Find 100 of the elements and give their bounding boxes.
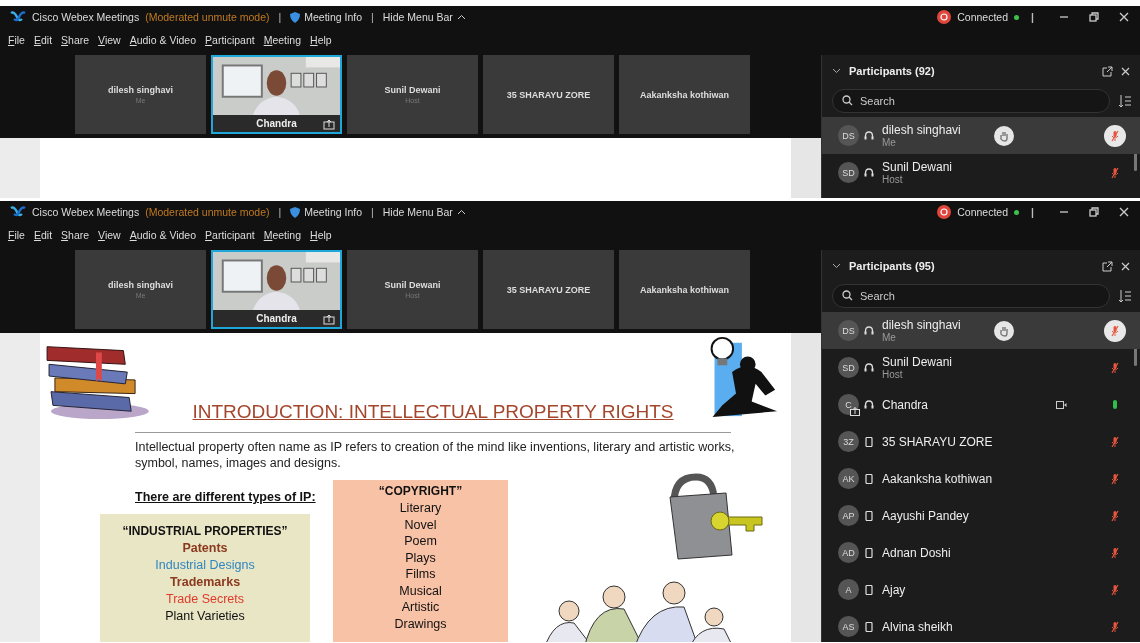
participant-row[interactable]: A Ajay — [822, 571, 1140, 608]
copyright-type: Literary — [399, 500, 442, 517]
menu-item[interactable]: Participant — [201, 34, 259, 46]
menu-item[interactable]: File — [4, 34, 29, 46]
muted-mic-icon[interactable] — [1111, 546, 1119, 559]
close-icon[interactable] — [1121, 261, 1130, 271]
search-field[interactable]: Search — [832, 89, 1110, 113]
menu-item[interactable]: Share — [57, 229, 94, 241]
participant-tile[interactable]: Aakanksha kothiwan — [619, 55, 750, 134]
avatar: AS — [838, 616, 859, 637]
slide-title: INTRODUCTION: INTELLECTUAL PROPERTY RIGHTS — [191, 401, 675, 423]
close-icon[interactable] — [1121, 66, 1130, 76]
box-heading: “INDUSTRIAL PROPERTIES” — [122, 524, 288, 538]
video-tile[interactable]: Chandra — [211, 250, 342, 329]
copyright-type: Musical — [399, 582, 442, 599]
hide-menu-bar-button[interactable]: Hide Menu Bar — [382, 11, 466, 23]
shield-icon — [290, 11, 301, 23]
menu-item[interactable]: Audio & Video — [125, 229, 201, 241]
close-icon[interactable] — [1118, 206, 1130, 218]
participant-row[interactable]: DS dilesh singhavi Me — [822, 312, 1140, 349]
search-field[interactable]: Search — [832, 284, 1110, 308]
mode-label: (Moderated unmute mode) — [145, 206, 270, 218]
chevron-down-icon[interactable] — [832, 68, 841, 74]
menu-item[interactable]: Participant — [201, 229, 259, 241]
participant-row[interactable]: AS Alvina sheikh — [822, 608, 1140, 642]
video-tile[interactable]: Chandra — [211, 55, 342, 134]
record-icon[interactable] — [937, 10, 952, 24]
chevron-down-icon[interactable] — [832, 263, 841, 269]
copyright-type: Plays — [405, 549, 436, 566]
avatar: A — [838, 579, 859, 600]
muted-mic-icon[interactable] — [1111, 472, 1119, 485]
pop-out-icon[interactable] — [1102, 65, 1113, 77]
participant-name: dilesh singhavi — [882, 318, 961, 332]
restore-icon[interactable] — [1088, 206, 1100, 218]
muted-mic-icon[interactable] — [1111, 324, 1119, 337]
avatar: DS — [838, 320, 859, 341]
slide-margin — [791, 138, 821, 198]
muted-mic-icon[interactable] — [1111, 166, 1119, 179]
participant-row[interactable]: C Chandra — [822, 386, 1140, 423]
chevron-up-icon — [456, 209, 466, 215]
sort-icon[interactable] — [1118, 289, 1132, 303]
participant-row[interactable]: AP Aayushi Pandey — [822, 497, 1140, 534]
raised-hand-icon[interactable] — [993, 320, 1014, 341]
tile-name: Sunil Dewani — [384, 280, 441, 290]
menu-item[interactable]: File — [4, 229, 29, 241]
webex-logo-icon — [10, 11, 26, 23]
participant-row[interactable]: DS dilesh singhavi Me — [822, 117, 1140, 154]
muted-mic-icon[interactable] — [1111, 435, 1119, 448]
participant-row[interactable]: SD Sunil Dewani Host — [822, 154, 1140, 191]
tile-name: dilesh singhavi — [108, 280, 173, 290]
avatar: AP — [838, 505, 859, 526]
webex-logo-icon — [10, 206, 26, 218]
ip-type: Patents — [182, 540, 228, 557]
tile-name: Chandra — [256, 313, 297, 324]
participant-tile[interactable]: 35 SHARAYU ZORE — [483, 250, 614, 329]
separator-text: | — [1031, 206, 1034, 218]
participant-tile[interactable]: 35 SHARAYU ZORE — [483, 55, 614, 134]
record-icon[interactable] — [937, 205, 952, 219]
separator-text: | — [278, 206, 282, 218]
muted-mic-icon[interactable] — [1111, 509, 1119, 522]
menu-item[interactable]: Audio & Video — [125, 34, 201, 46]
participant-tile[interactable]: Aakanksha kothiwan — [619, 250, 750, 329]
status-dot-icon — [1014, 14, 1020, 20]
ip-type: Trade Secrets — [165, 591, 244, 608]
menu-item[interactable]: View — [94, 229, 125, 241]
mic-icon[interactable] — [1112, 398, 1118, 411]
participant-row[interactable]: SD Sunil Dewani Host — [822, 349, 1140, 386]
ip-type: Industrial Designs — [155, 557, 255, 574]
meeting-info-button[interactable]: Meeting Info — [290, 11, 363, 23]
tile-name: Aakanksha kothiwan — [640, 89, 729, 100]
muted-mic-icon[interactable] — [1111, 361, 1119, 374]
ip-type: Plant Varieties — [165, 608, 245, 625]
muted-mic-icon[interactable] — [1111, 620, 1119, 633]
meeting-info-button[interactable]: Meeting Info — [290, 206, 363, 218]
menu-item[interactable]: Meeting — [259, 34, 306, 46]
tile-name: Sunil Dewani — [384, 85, 441, 95]
restore-icon[interactable] — [1088, 11, 1100, 23]
raised-hand-icon[interactable] — [993, 125, 1014, 146]
menu-item[interactable]: Edit — [29, 34, 57, 46]
menu-item[interactable]: Help — [306, 34, 336, 46]
shield-icon — [290, 206, 301, 218]
types-heading: There are different types of IP: — [135, 490, 317, 504]
participant-name: dilesh singhavi — [882, 123, 961, 137]
menu-item[interactable]: Help — [306, 229, 336, 241]
menu-item[interactable]: Edit — [29, 229, 57, 241]
participant-row[interactable]: AD Adnan Doshi — [822, 534, 1140, 571]
sort-icon[interactable] — [1118, 94, 1132, 108]
close-icon[interactable] — [1118, 11, 1130, 23]
muted-mic-icon[interactable] — [1111, 583, 1119, 596]
copyright-type: Artistic — [401, 599, 440, 616]
muted-mic-icon[interactable] — [1111, 129, 1119, 142]
avatar: SD — [838, 162, 859, 183]
menu-item[interactable]: Meeting — [259, 229, 306, 241]
participant-name: Ajay — [882, 582, 906, 597]
pop-out-icon[interactable] — [1102, 260, 1113, 272]
hide-menu-bar-button[interactable]: Hide Menu Bar — [382, 206, 466, 218]
participant-row[interactable]: AK Aakanksha kothiwan — [822, 460, 1140, 497]
participant-row[interactable]: 3Z 35 SHARAYU ZORE — [822, 423, 1140, 460]
menu-item[interactable]: Share — [57, 34, 94, 46]
menu-item[interactable]: View — [94, 34, 125, 46]
